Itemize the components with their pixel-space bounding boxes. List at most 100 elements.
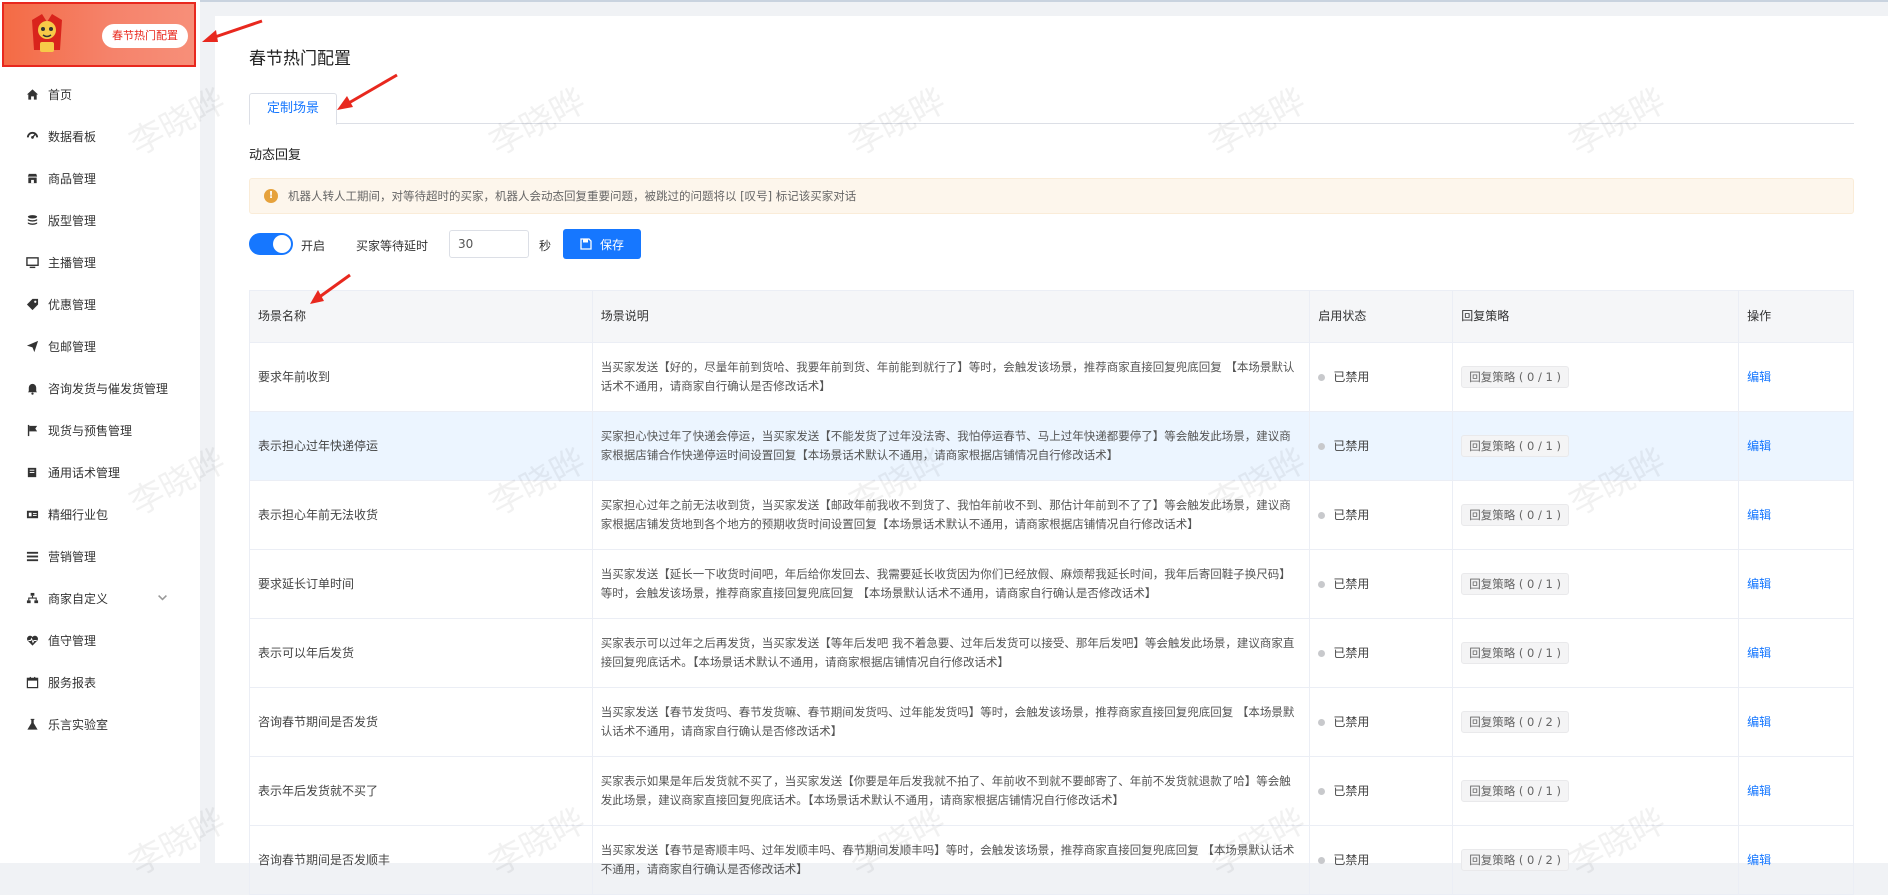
dashboard-icon: [26, 131, 39, 139]
notice-banner: ! 机器人转人工期间，对等待超时的买家，机器人会动态回复重要问题，被跳过的问题将…: [249, 178, 1854, 214]
calendar-icon: [26, 676, 39, 688]
sidebar-item-label: 服务报表: [48, 675, 97, 690]
sidebar-item-dashboard[interactable]: 数据看板: [0, 115, 200, 157]
sidebar-item-label: 优惠管理: [48, 297, 97, 312]
scene-table: 场景名称 场景说明 启用状态 回复策略 操作 要求年前收到 当买家发送【好的，尽…: [249, 290, 1854, 895]
sidebar-item-label: 商品管理: [48, 171, 97, 186]
sidebar-item-shipping-inquiry[interactable]: 咨询发货与催发货管理: [0, 367, 200, 409]
table-row: 表示担心过年快递停运 买家担心快过年了快递会停运，当买家发送【不能发货了过年没法…: [250, 412, 1854, 481]
action-cell: 编辑: [1739, 481, 1854, 549]
monitor-icon: [26, 256, 39, 268]
scene-desc: 当买家发送【好的，尽量年前到货哈、我要年前到货、年前能到就行了】等时，会触发该场…: [593, 343, 1311, 411]
sidebar-item-discounts[interactable]: 优惠管理: [0, 283, 200, 325]
strategy-tag[interactable]: 回复策略 ( 0 / 1 ): [1461, 642, 1569, 664]
strategy-cell: 回复策略 ( 0 / 2 ): [1453, 826, 1740, 894]
header-status: 启用状态: [1310, 291, 1454, 342]
strategy-tag[interactable]: 回复策略 ( 0 / 1 ): [1461, 366, 1569, 388]
table-row: 咨询春节期间是否发顺丰 当买家发送【春节是寄顺丰吗、过年发顺丰吗、春节期间发顺丰…: [250, 826, 1854, 895]
strategy-cell: 回复策略 ( 0 / 1 ): [1453, 757, 1740, 825]
edit-link[interactable]: 编辑: [1747, 644, 1771, 663]
edit-link[interactable]: 编辑: [1747, 851, 1771, 870]
sidebar-item-label: 值守管理: [48, 633, 97, 648]
status-text: 已禁用: [1333, 369, 1370, 384]
scene-name: 表示可以年后发货: [250, 619, 593, 687]
strategy-tag[interactable]: 回复策略 ( 0 / 2 ): [1461, 849, 1569, 871]
shop-icon: [27, 173, 38, 183]
sidebar-item-lab[interactable]: 乐言实验室: [0, 703, 200, 745]
save-button[interactable]: 保存: [563, 229, 641, 259]
strategy-cell: 回复策略 ( 0 / 1 ): [1453, 481, 1740, 549]
status-dot: [1318, 856, 1326, 864]
edit-link[interactable]: 编辑: [1747, 575, 1771, 594]
status-text: 已禁用: [1333, 783, 1370, 798]
save-label: 保存: [599, 237, 624, 252]
table-row: 表示可以年后发货 买家表示可以过年之后再发货，当买家发送【等年后发吧 我不着急要…: [250, 619, 1854, 688]
scene-name: 咨询春节期间是否发货: [250, 688, 593, 756]
strategy-tag[interactable]: 回复策略 ( 0 / 1 ): [1461, 573, 1569, 595]
header-action: 操作: [1739, 291, 1854, 342]
edit-link[interactable]: 编辑: [1747, 437, 1771, 456]
sidebar-item-industry-pack[interactable]: 精细行业包: [0, 493, 200, 535]
scene-name: 要求年前收到: [250, 343, 593, 411]
sidebar-item-label: 营销管理: [48, 549, 97, 564]
toggle-label: 开启: [301, 239, 326, 253]
strategy-tag[interactable]: 回复策略 ( 0 / 1 ): [1461, 780, 1569, 802]
sidebar-item-marketing[interactable]: 营销管理: [0, 535, 200, 577]
sidebar-item-home[interactable]: 首页: [0, 73, 200, 115]
chevron-down-icon: [158, 594, 167, 601]
sidebar-item-layouts[interactable]: 版型管理: [0, 199, 200, 241]
enable-toggle[interactable]: [249, 233, 293, 255]
scene-desc: 当买家发送【春节是寄顺丰吗、过年发顺丰吗、春节期间发顺丰吗】等时，会触发该场景，…: [593, 826, 1311, 894]
page-title: 春节热门配置: [249, 49, 351, 69]
strategy-cell: 回复策略 ( 0 / 1 ): [1453, 619, 1740, 687]
sidebar-item-label: 首页: [48, 87, 73, 102]
action-cell: 编辑: [1739, 619, 1854, 687]
status-cell: 已禁用: [1310, 550, 1454, 618]
edit-link[interactable]: 编辑: [1747, 368, 1771, 387]
home-icon: [26, 88, 39, 100]
sidebar-item-merchant-custom[interactable]: 商家自定义: [0, 577, 200, 619]
status-text: 已禁用: [1333, 438, 1370, 453]
scene-name: 咨询春节期间是否发顺丰: [250, 826, 593, 894]
strategy-tag[interactable]: 回复策略 ( 0 / 2 ): [1461, 711, 1569, 733]
heartbeat-icon: [27, 635, 38, 646]
strategy-cell: 回复策略 ( 0 / 1 ): [1453, 412, 1740, 480]
scene-desc: 当买家发送【春节发货吗、春节发货嘛、春节期间发货吗、过年能发货吗】等时，会触发该…: [593, 688, 1311, 756]
sidebar-item-products[interactable]: 商品管理: [0, 157, 200, 199]
sidebar-item-anchors[interactable]: 主播管理: [0, 241, 200, 283]
notice-text: 机器人转人工期间，对等待超时的买家，机器人会动态回复重要问题，被跳过的问题将以 …: [288, 189, 857, 203]
sidebar-item-free-shipping[interactable]: 包邮管理: [0, 325, 200, 367]
wait-delay-input[interactable]: [449, 230, 529, 258]
brand-badge[interactable]: 春节热门配置: [102, 24, 188, 48]
wait-delay-label: 买家等待延时: [356, 239, 429, 253]
sidebar-item-label: 通用话术管理: [48, 465, 121, 480]
strategy-tag[interactable]: 回复策略 ( 0 / 1 ): [1461, 504, 1569, 526]
strategy-tag[interactable]: 回复策略 ( 0 / 1 ): [1461, 435, 1569, 457]
edit-link[interactable]: 编辑: [1747, 782, 1771, 801]
edit-link[interactable]: 编辑: [1747, 506, 1771, 525]
sidebar-item-label: 乐言实验室: [48, 717, 109, 732]
sidebar-item-reports[interactable]: 服务报表: [0, 661, 200, 703]
action-cell: 编辑: [1739, 412, 1854, 480]
dynamic-reply-controls: 开启 买家等待延时 秒 保存: [249, 229, 949, 259]
scene-desc: 买家表示如果是年后发货就不买了，当买家发送【你要是年后发我就不拍了、年前收不到就…: [593, 757, 1311, 825]
action-cell: 编辑: [1739, 343, 1854, 411]
sidebar-item-label: 商家自定义: [48, 591, 109, 606]
sidebar-item-stock-presale[interactable]: 现货与预售管理: [0, 409, 200, 451]
tab-custom-scenes[interactable]: 定制场景: [249, 93, 337, 125]
sidebar-item-label: 主播管理: [48, 255, 97, 270]
scene-name: 表示担心年前无法收货: [250, 481, 593, 549]
action-cell: 编辑: [1739, 688, 1854, 756]
status-dot: [1318, 649, 1326, 657]
sitemap-icon: [26, 592, 39, 603]
status-text: 已禁用: [1333, 714, 1370, 729]
edit-link[interactable]: 编辑: [1747, 713, 1771, 732]
strategy-cell: 回复策略 ( 0 / 2 ): [1453, 688, 1740, 756]
status-cell: 已禁用: [1310, 343, 1454, 411]
status-dot: [1318, 580, 1326, 588]
status-cell: 已禁用: [1310, 757, 1454, 825]
brand-banner[interactable]: 春节热门配置: [2, 2, 196, 67]
table-row: 要求延长订单时间 当买家发送【延长一下收货时间吧，年后给你发回去、我需要延长收货…: [250, 550, 1854, 619]
sidebar-item-common-scripts[interactable]: 通用话术管理: [0, 451, 200, 493]
sidebar-item-duty[interactable]: 值守管理: [0, 619, 200, 661]
